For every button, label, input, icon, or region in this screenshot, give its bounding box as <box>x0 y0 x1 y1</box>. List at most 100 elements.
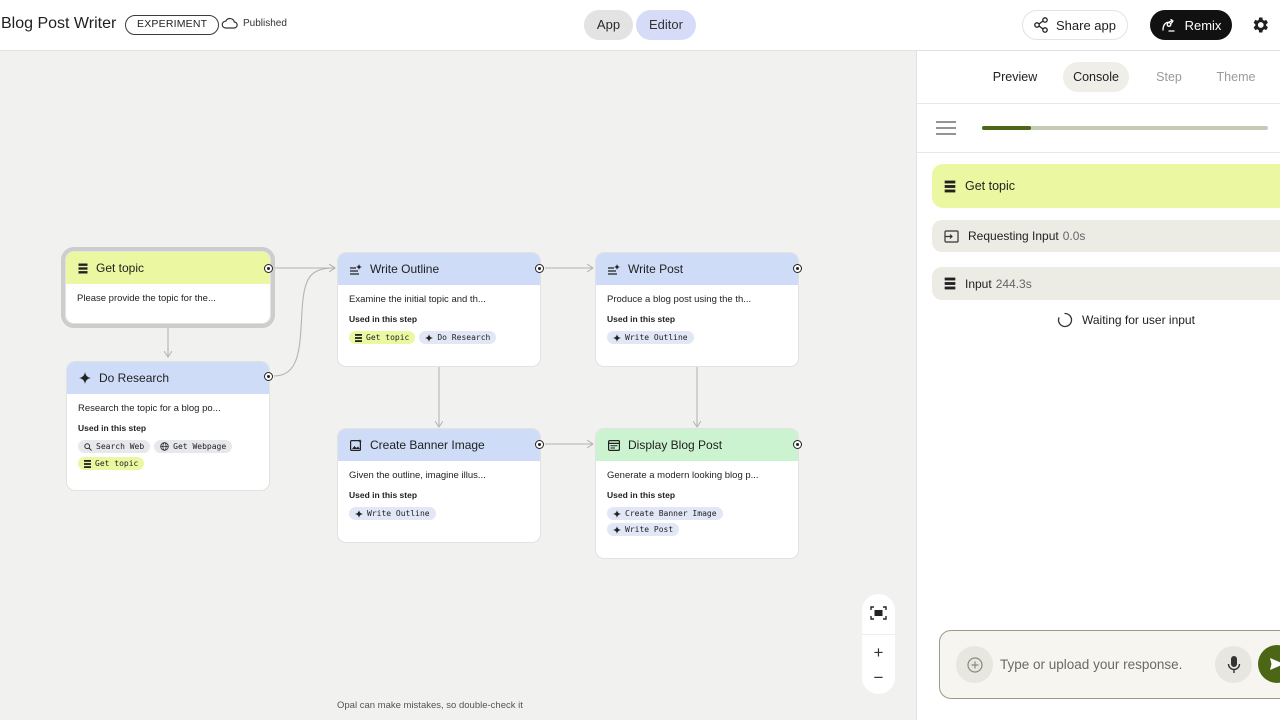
console-entry-time: 0.0s <box>1062 229 1086 243</box>
chip-get-topic[interactable]: Get topic <box>349 331 416 344</box>
node-body: Research the topic for a blog po... Used… <box>67 394 269 479</box>
used-in-step-label: Used in this step <box>78 423 147 433</box>
remix-label: Remix <box>1184 17 1222 33</box>
chip-do-research[interactable]: Do Research <box>419 331 497 344</box>
chip-label: Write Outline <box>625 333 688 342</box>
share-icon <box>1034 17 1048 33</box>
node-body: Generate a modern looking blog p... Used… <box>596 461 798 545</box>
text-generate-icon <box>608 263 620 275</box>
disclaimer-text: Opal can make mistakes, so double-check … <box>337 700 523 711</box>
node-description: Produce a blog post using the th... <box>607 294 752 305</box>
zoom-in-button[interactable]: + <box>870 644 887 661</box>
graph-canvas[interactable]: Get topic Please provide the topic for t… <box>0 51 916 720</box>
chip-write-outline[interactable]: Write Outline <box>349 507 436 520</box>
chip-get-webpage[interactable]: Get Webpage <box>154 440 233 453</box>
node-title: Do Research <box>99 371 170 385</box>
input-icon <box>84 459 91 468</box>
console-entry-requesting-input[interactable]: Requesting Input 0.0s <box>932 220 1280 252</box>
console-panel: Preview Console Step Theme Get topic Req… <box>916 51 1280 720</box>
microphone-button[interactable] <box>1215 646 1252 683</box>
add-circle-icon <box>966 656 983 673</box>
input-icon <box>944 180 956 192</box>
node-display-blog-post[interactable]: Display Blog Post Generate a modern look… <box>595 428 799 559</box>
node-title: Display Blog Post <box>628 438 723 452</box>
zoom-out-button[interactable]: − <box>870 669 887 686</box>
menu-icon[interactable] <box>936 121 956 135</box>
sparkle-icon <box>355 509 363 518</box>
zoom-controls: + − <box>862 594 895 694</box>
chip-label: Create Banner Image <box>625 509 717 518</box>
chip-label: Get Webpage <box>173 442 227 451</box>
share-app-button[interactable]: Share app <box>1022 10 1128 40</box>
console-step-get-topic[interactable]: Get topic <box>932 164 1280 208</box>
node-description: Please provide the topic for the... <box>77 293 216 304</box>
tab-theme[interactable]: Theme <box>1211 62 1261 92</box>
published-status: Published <box>221 17 287 29</box>
used-in-step-label: Used in this step <box>607 314 676 324</box>
chip-write-outline[interactable]: Write Outline <box>607 331 694 344</box>
chip-label: Get topic <box>366 333 410 342</box>
output-port[interactable] <box>793 264 802 273</box>
settings-gear-icon[interactable] <box>1250 15 1270 35</box>
output-port[interactable] <box>264 372 273 381</box>
node-get-topic[interactable]: Get topic Please provide the topic for t… <box>61 247 275 328</box>
node-do-research[interactable]: Do Research Research the topic for a blo… <box>66 361 270 491</box>
app-title: Blog Post Writer <box>1 15 117 32</box>
node-description: Examine the initial topic and th... <box>349 294 486 305</box>
divider <box>917 152 1280 153</box>
mode-app-button[interactable]: App <box>584 10 633 40</box>
search-icon <box>84 442 92 451</box>
sparkle-icon <box>613 333 621 342</box>
chip-label: Write Post <box>625 525 674 534</box>
response-input[interactable] <box>1000 654 1210 674</box>
output-port[interactable] <box>535 264 544 273</box>
node-title: Create Banner Image <box>370 438 485 452</box>
node-body: Produce a blog post using the th... Used… <box>596 285 798 353</box>
divider <box>862 634 895 635</box>
tab-console[interactable]: Console <box>1063 62 1129 92</box>
node-header: Write Outline <box>338 253 540 285</box>
output-port[interactable] <box>535 440 544 449</box>
tab-step[interactable]: Step <box>1149 62 1189 92</box>
node-header: Create Banner Image <box>338 429 540 461</box>
node-title: Write Post <box>628 262 684 276</box>
node-write-post[interactable]: Write Post Produce a blog post using the… <box>595 252 799 367</box>
node-body: Examine the initial topic and th... Used… <box>338 285 540 353</box>
chip-get-topic[interactable]: Get topic <box>78 457 145 470</box>
login-icon <box>944 229 959 243</box>
console-step-title: Get topic <box>965 179 1016 193</box>
published-label: Published <box>243 17 287 29</box>
node-create-banner-image[interactable]: Create Banner Image Given the outline, i… <box>337 428 541 543</box>
chip-create-banner-image[interactable]: Create Banner Image <box>607 507 723 520</box>
display-icon <box>608 439 620 451</box>
send-button[interactable] <box>1258 645 1280 683</box>
chip-search-web[interactable]: Search Web <box>78 440 151 453</box>
chip-list: Get topic Do Research <box>349 331 529 344</box>
image-generate-icon <box>350 439 362 451</box>
node-body: Given the outline, imagine illus... Used… <box>338 461 540 529</box>
chip-list: Write Outline <box>607 331 787 344</box>
chip-label: Get topic <box>95 459 139 468</box>
console-entry-label: Requesting Input <box>968 229 1059 243</box>
remix-icon <box>1161 18 1175 32</box>
microphone-icon <box>1227 656 1240 673</box>
sparkle-icon <box>613 509 621 518</box>
output-port[interactable] <box>264 264 273 273</box>
sparkle-icon <box>613 525 621 534</box>
tab-preview[interactable]: Preview <box>985 62 1045 92</box>
waiting-label: Waiting for user input <box>1082 313 1195 327</box>
top-bar: Blog Post Writer EXPERIMENT Published Ap… <box>0 0 1280 51</box>
mode-editor-button[interactable]: Editor <box>636 10 696 40</box>
node-description: Given the outline, imagine illus... <box>349 470 486 481</box>
console-entry-input[interactable]: Input 244.3s <box>932 267 1280 300</box>
fit-to-screen-icon[interactable] <box>870 606 887 620</box>
chip-write-post[interactable]: Write Post <box>607 523 680 536</box>
node-title: Write Outline <box>370 262 440 276</box>
output-port[interactable] <box>793 440 802 449</box>
input-icon <box>355 333 362 342</box>
remix-button[interactable]: Remix <box>1150 10 1232 40</box>
node-write-outline[interactable]: Write Outline Examine the initial topic … <box>337 252 541 367</box>
add-attachment-button[interactable] <box>956 646 993 683</box>
globe-icon <box>160 442 169 451</box>
run-progress-fill <box>982 126 1031 130</box>
